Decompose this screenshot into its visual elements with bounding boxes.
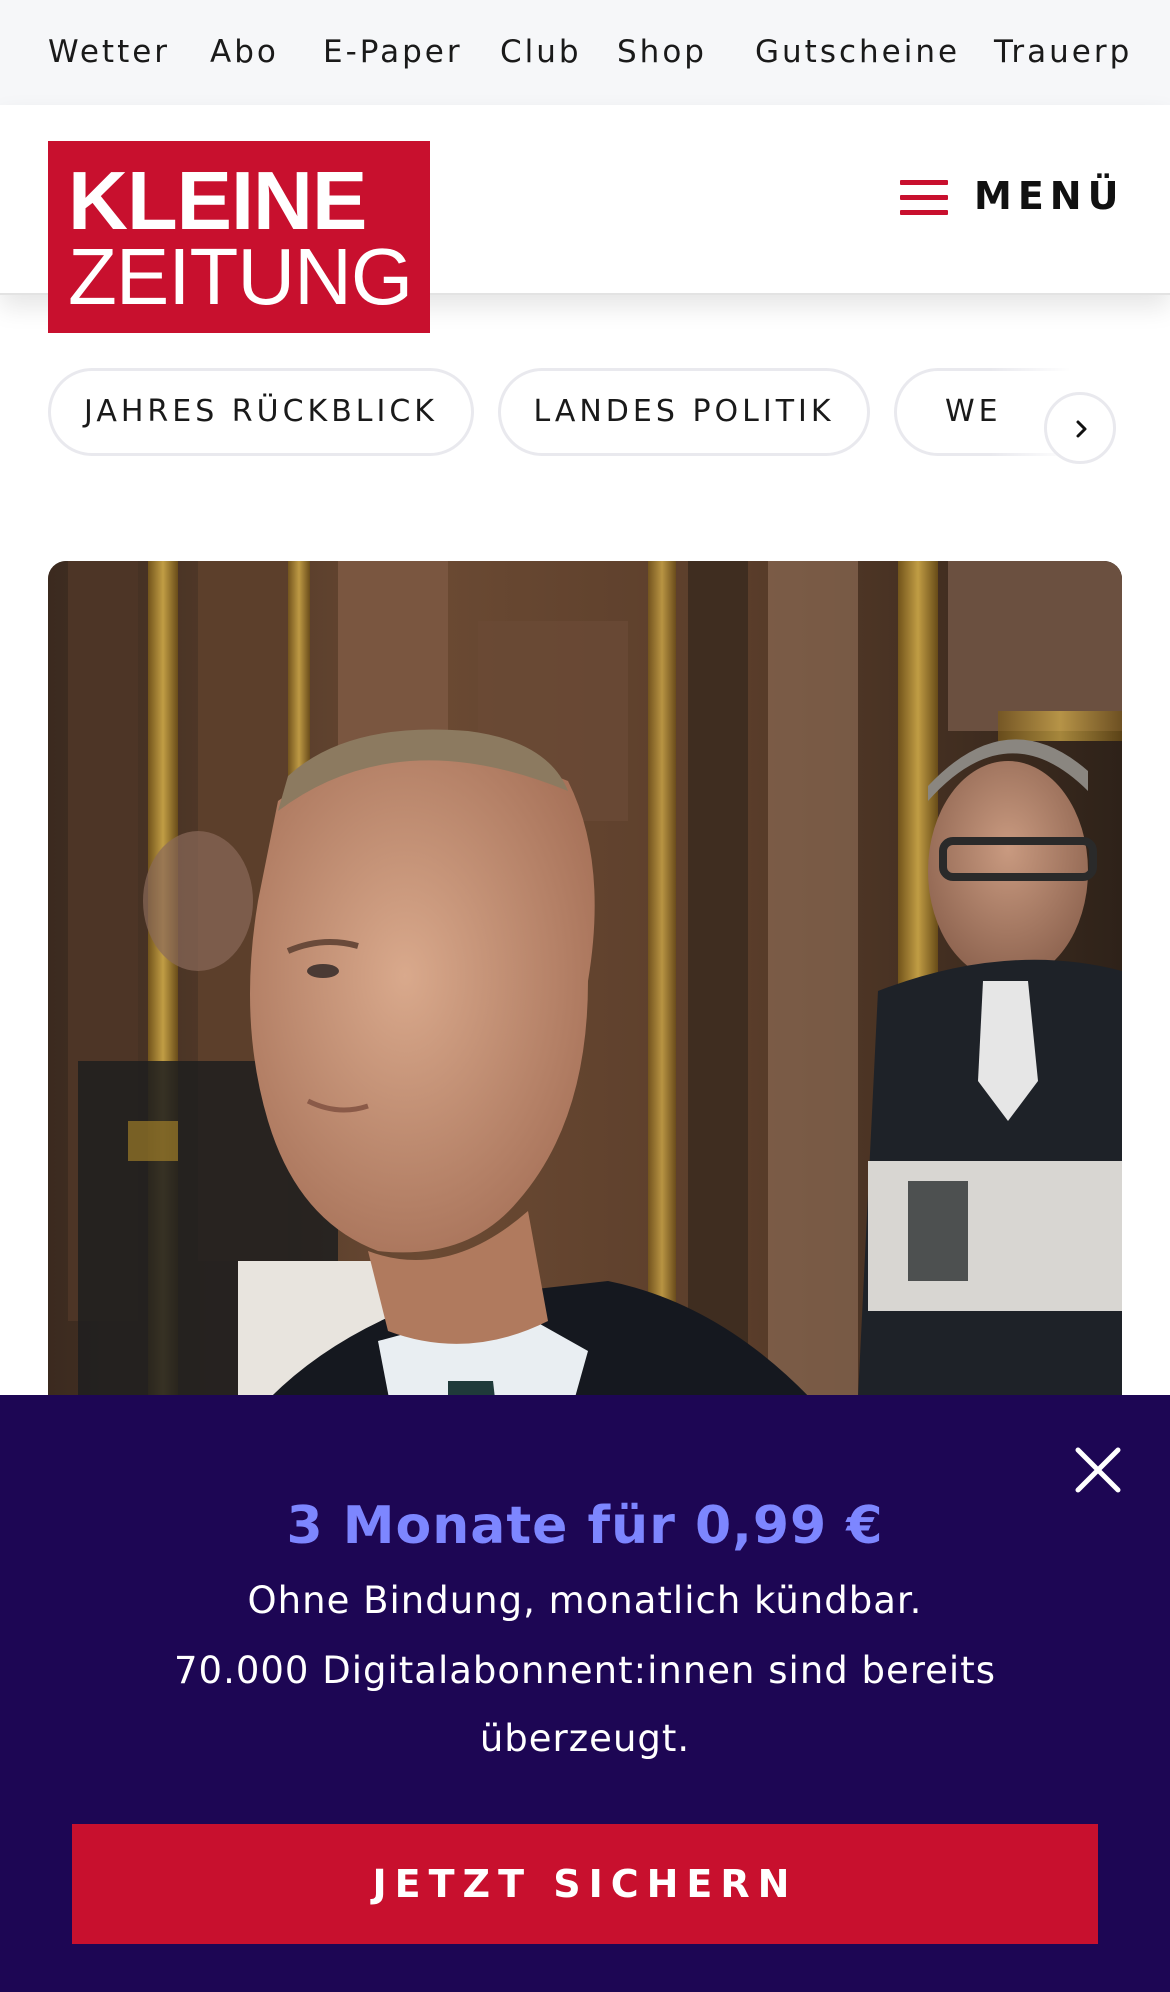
utility-nav: Wetter Abo E-Paper Club Shop Gutscheine … <box>0 0 1170 105</box>
close-icon <box>1075 1447 1121 1493</box>
scroll-right-button[interactable] <box>1044 392 1116 464</box>
menu-label: MENÜ <box>974 174 1125 218</box>
promo-line-3: überzeugt. <box>479 1717 691 1760</box>
subscribe-cta-button[interactable]: JETZT SICHERN <box>72 1824 1098 1944</box>
logo-text-kleine: KLEINE <box>68 154 367 247</box>
close-banner-button[interactable] <box>1072 1444 1124 1496</box>
hamburger-icon <box>900 180 948 216</box>
nav-item-wetter[interactable]: Wetter <box>48 34 170 70</box>
chevron-right-icon <box>1076 420 1087 438</box>
nav-item-epaper[interactable]: E-Paper <box>323 34 463 70</box>
site-logo[interactable]: KLEINE ZEITUNG <box>48 141 430 333</box>
promo-line-1: Ohne Bindung, monatlich kündbar. <box>247 1579 923 1622</box>
promo-line-2: 70.000 Digitalabonnent:innen sind bereit… <box>174 1649 996 1692</box>
menu-button[interactable]: MENÜ <box>898 170 1118 222</box>
nav-item-club[interactable]: Club <box>500 34 582 70</box>
nav-item-shop[interactable]: Shop <box>617 34 707 70</box>
nav-item-abo[interactable]: Abo <box>210 34 279 70</box>
nav-item-gutscheine[interactable]: Gutscheine <box>755 34 960 70</box>
nav-item-trauerportal[interactable]: Trauerp <box>994 34 1132 70</box>
topic-pill-landespolitik[interactable]: LANDES POLITIK <box>498 368 870 456</box>
promo-title: 3 Monate für 0,99 € <box>286 1496 884 1556</box>
logo-text-zeitung: ZEITUNG <box>68 232 413 321</box>
topic-pill-jahresrueckblick[interactable]: JAHRES RÜCKBLICK <box>48 368 474 456</box>
topic-pills: JAHRES RÜCKBLICK LANDES POLITIK WE <box>0 366 1170 466</box>
